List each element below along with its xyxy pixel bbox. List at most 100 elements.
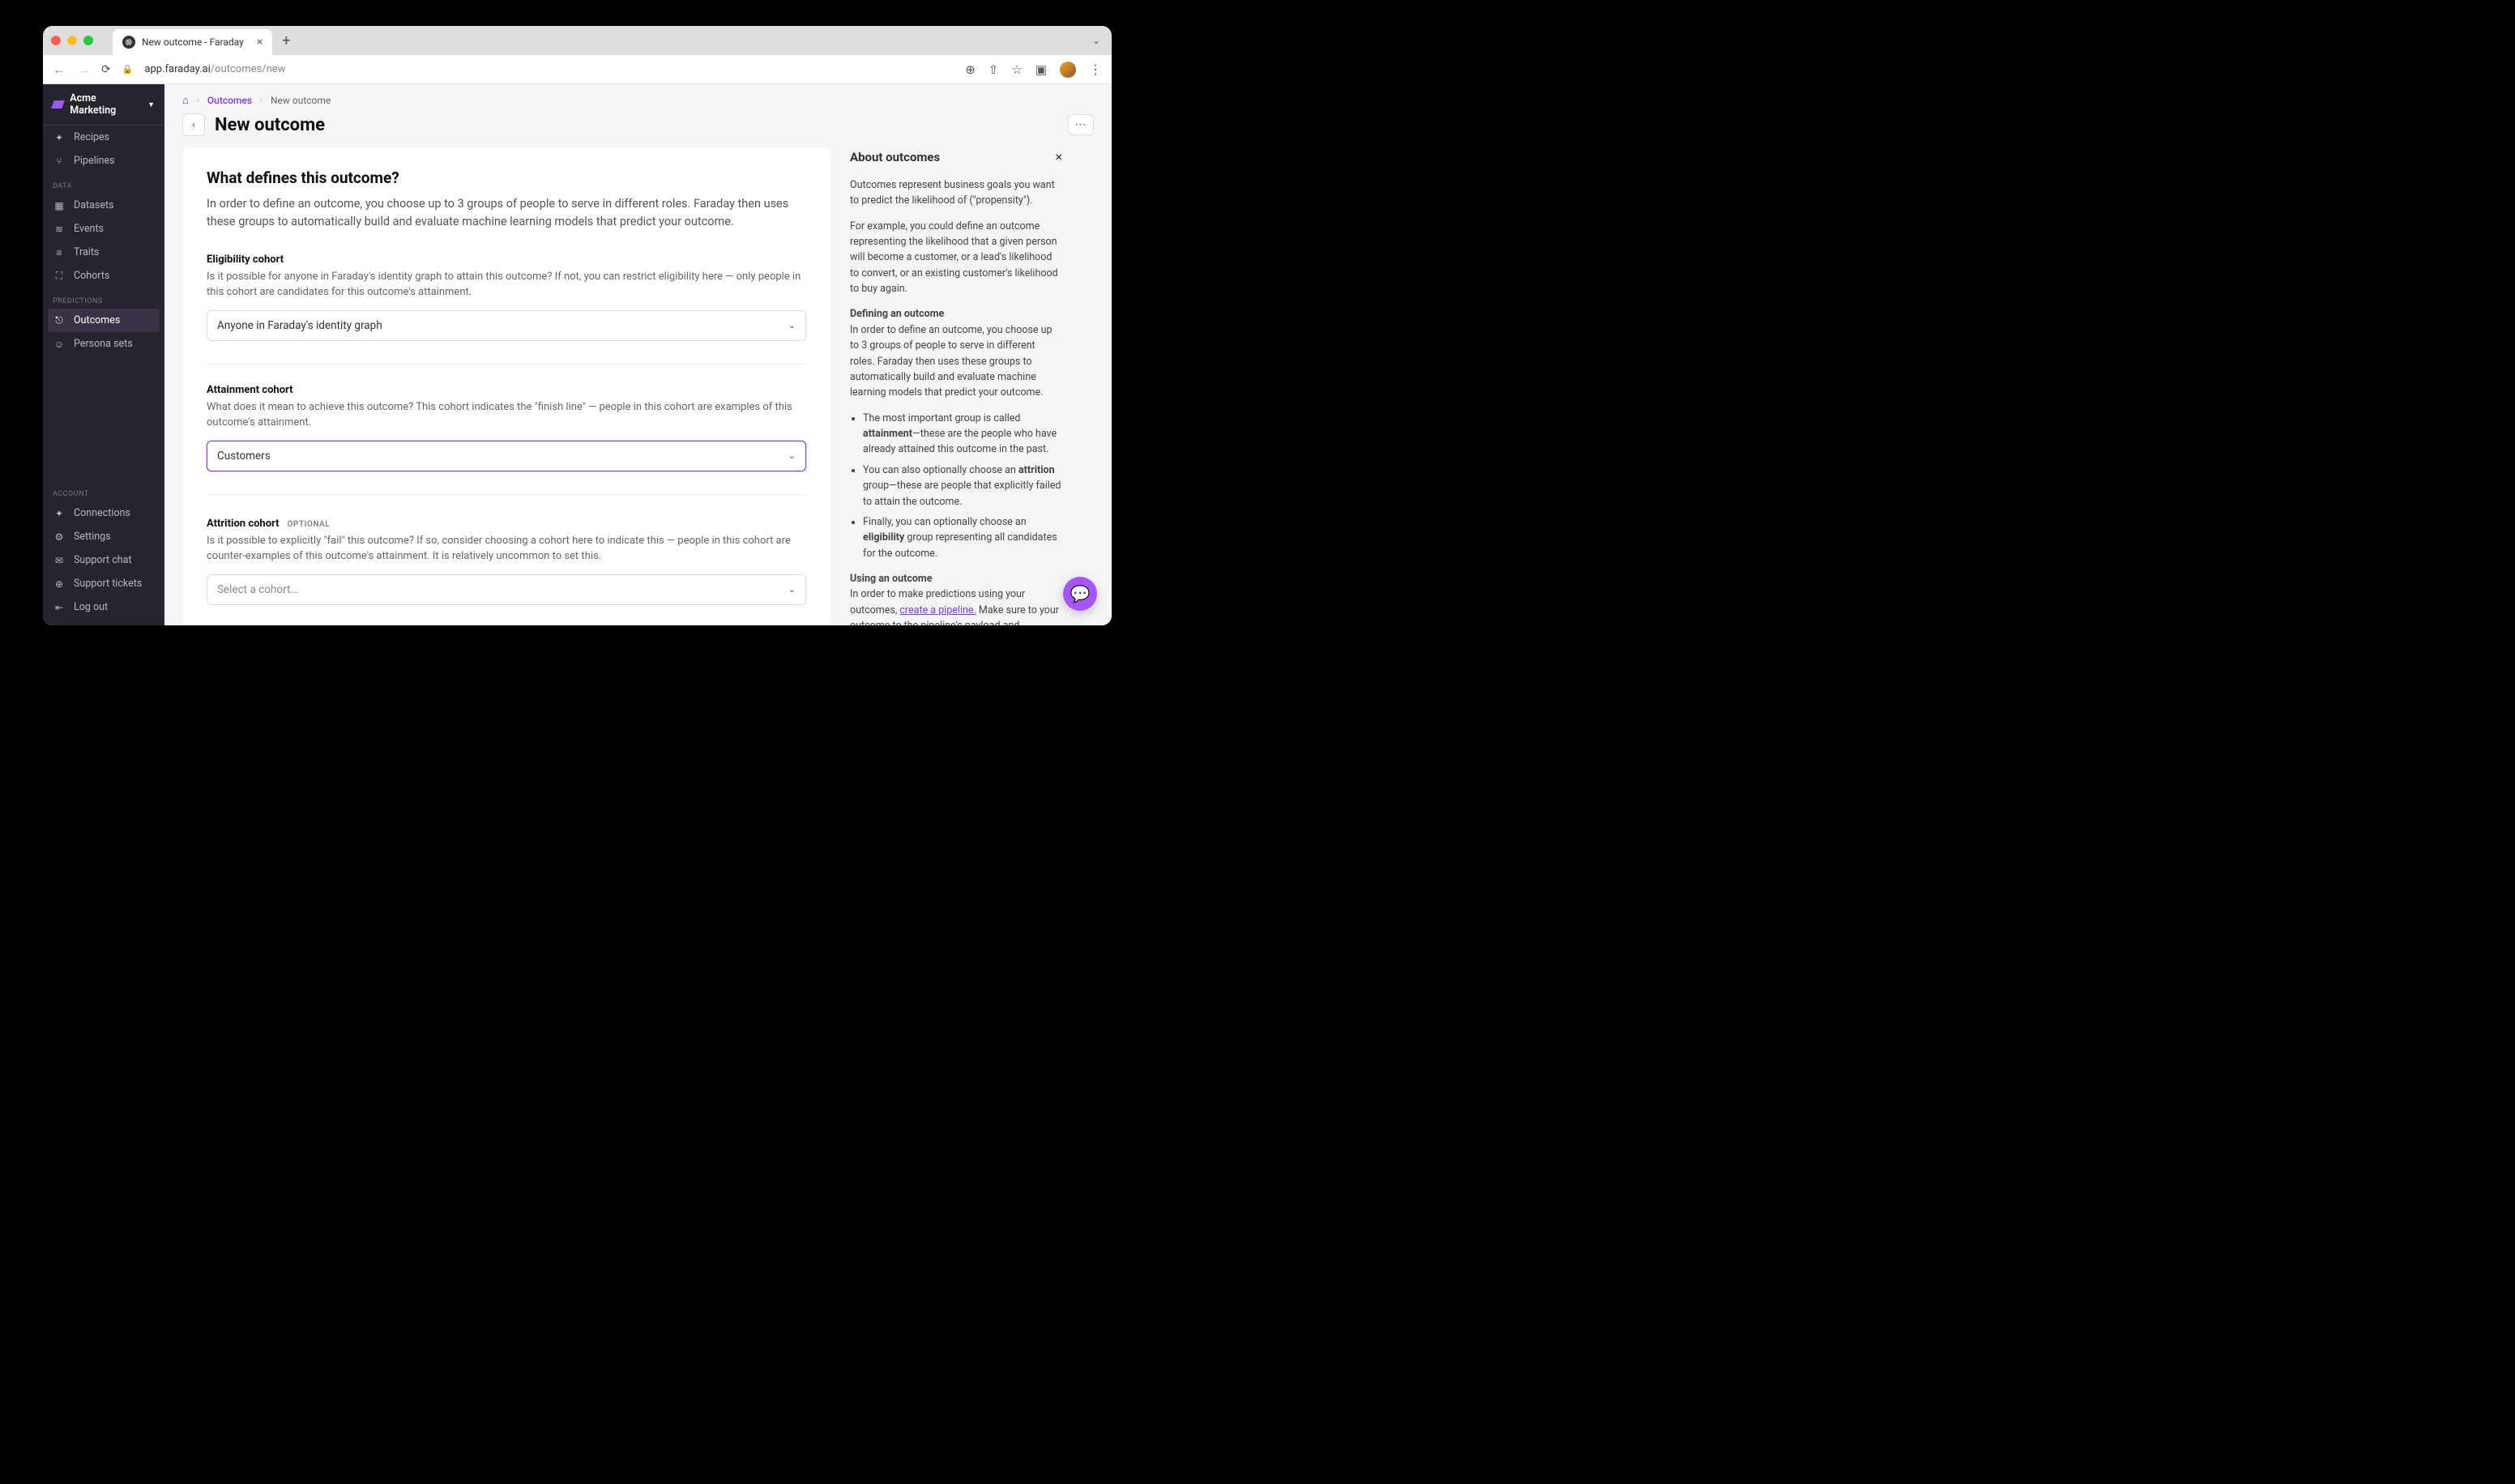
sidebar-item-outcomes[interactable]: ⎋Outcomes (48, 309, 160, 332)
eligibility-value: Anyone in Faraday's identity graph (217, 319, 382, 332)
back-icon[interactable]: ← (53, 62, 66, 78)
bookmark-icon[interactable]: ☆ (1011, 62, 1022, 77)
cohorts-icon: ⛶ (53, 270, 66, 282)
attrition-placeholder: Select a cohort... (217, 583, 299, 596)
window-maximize[interactable] (83, 36, 93, 45)
attainment-label: Attainment cohort (207, 384, 806, 396)
breadcrumb-outcomes[interactable]: Outcomes (207, 95, 252, 106)
caret-down-icon: ▼ (147, 100, 155, 109)
favicon-icon (122, 36, 135, 49)
support-chat-icon: ✉ (53, 555, 66, 566)
profile-avatar[interactable] (1060, 62, 1076, 78)
sidebar-item-log-out[interactable]: ⇤Log out (43, 595, 164, 619)
divider (207, 364, 806, 365)
tab-overflow-icon[interactable]: ⌄ (1092, 35, 1100, 46)
reading-list-icon[interactable]: ▣ (1035, 62, 1047, 77)
support-tickets-icon: ⊕ (53, 578, 66, 590)
sidebar-item-persona-sets[interactable]: ☺Persona sets (43, 332, 164, 356)
attainment-value: Customers (217, 450, 271, 463)
more-actions-button[interactable]: ⋯ (1068, 114, 1094, 135)
connections-icon: ✦ (53, 508, 66, 519)
back-button[interactable]: ‹ (182, 113, 205, 136)
attainment-select[interactable]: Customers ⌄ (207, 441, 806, 471)
traits-icon: ≡ (53, 247, 66, 258)
help-list: The most important group is called attai… (850, 411, 1062, 561)
window-close[interactable] (51, 36, 61, 45)
close-icon[interactable]: × (1055, 147, 1062, 168)
help-title: About outcomes (850, 148, 940, 167)
traffic-lights (51, 36, 93, 45)
eligibility-label: Eligibility cohort (207, 254, 806, 266)
chevron-right-icon: › (197, 96, 199, 105)
logo-icon (51, 100, 65, 109)
help-li3: Finally, you can optionally choose an el… (863, 514, 1062, 561)
app-root: Acme Marketing ▼ ✦Recipes ⑂Pipelines DAT… (43, 84, 1112, 625)
new-tab-button[interactable]: + (282, 32, 290, 49)
zoom-icon[interactable]: ⊕ (965, 62, 976, 77)
window-minimize[interactable] (67, 36, 77, 45)
attrition-desc: Is it possible to explicitly "fail" this… (207, 533, 806, 565)
breadcrumb-current: New outcome (271, 95, 331, 106)
help-li2: You can also optionally choose an attrit… (863, 463, 1062, 510)
content-row: What defines this outcome? In order to d… (164, 147, 1112, 625)
home-icon[interactable]: ⌂ (182, 94, 189, 107)
share-icon[interactable]: ⇧ (988, 62, 999, 77)
eligibility-desc: Is it possible for anyone in Faraday's i… (207, 269, 806, 301)
sidebar-heading-data: DATA (43, 173, 164, 194)
attrition-field: Attrition cohort OPTIONAL Is it possible… (207, 514, 806, 605)
lock-icon: 🔒 (122, 64, 134, 75)
help-h-defining: Defining an outcome (850, 308, 944, 320)
sidebar-item-traits[interactable]: ≡Traits (43, 241, 164, 264)
sidebar-item-connections[interactable]: ✦Connections (43, 501, 164, 525)
browser-menu-icon[interactable]: ⋮ (1089, 62, 1102, 77)
sidebar-item-datasets[interactable]: ▦Datasets (43, 194, 164, 217)
help-p3: In order to define an outcome, you choos… (850, 324, 1053, 399)
address-bar-actions: ⊕ ⇧ ☆ ▣ ⋮ (965, 62, 1102, 78)
sidebar-item-support-chat[interactable]: ✉Support chat (43, 548, 164, 572)
sidebar-heading-account: ACCOUNT (43, 480, 164, 501)
attainment-desc: What does it mean to achieve this outcom… (207, 399, 806, 431)
sidebar-item-support-tickets[interactable]: ⊕Support tickets (43, 572, 164, 595)
form-lead: In order to define an outcome, you choos… (207, 195, 806, 231)
reload-icon[interactable]: ⟳ (101, 63, 111, 76)
settings-icon: ⚙ (53, 531, 66, 543)
sidebar-item-pipelines[interactable]: ⑂Pipelines (43, 149, 164, 173)
logout-icon: ⇤ (53, 602, 66, 613)
persona-sets-icon: ☺ (53, 339, 66, 350)
page-header: ‹ New outcome ⋯ (164, 107, 1112, 147)
datasets-icon: ▦ (53, 200, 66, 211)
events-icon: ≋ (53, 224, 66, 235)
outcomes-icon: ⎋ (53, 314, 66, 326)
help-panel: About outcomes × Outcomes represent busi… (850, 147, 1062, 625)
sidebar-heading-predictions: PREDICTIONS (43, 288, 164, 309)
attrition-select[interactable]: Select a cohort... ⌄ (207, 574, 806, 605)
outcome-form-card: What defines this outcome? In order to d… (182, 147, 831, 625)
optional-badge: OPTIONAL (288, 520, 331, 529)
help-p2: For example, you could define an outcome… (850, 219, 1062, 297)
attrition-label: Attrition cohort (207, 518, 280, 530)
sidebar-item-events[interactable]: ≋Events (43, 217, 164, 241)
eligibility-select[interactable]: Anyone in Faraday's identity graph ⌄ (207, 310, 806, 341)
recipes-icon: ✦ (53, 132, 66, 143)
main-content: ⌂ › Outcomes › New outcome ‹ New outcome… (164, 84, 1112, 625)
help-p1: Outcomes represent business goals you wa… (850, 177, 1062, 209)
browser-tab[interactable]: New outcome - Faraday × (113, 29, 272, 55)
divider (207, 494, 806, 495)
sidebar-item-recipes[interactable]: ✦Recipes (43, 126, 164, 149)
chevron-down-icon: ⌄ (788, 320, 796, 330)
url-bar[interactable]: app.faraday.ai/outcomes/new (144, 63, 954, 75)
pipelines-icon: ⑂ (53, 156, 66, 167)
sidebar: Acme Marketing ▼ ✦Recipes ⑂Pipelines DAT… (43, 84, 164, 625)
browser-window: New outcome - Faraday × + ⌄ ← → ⟳ 🔒 app.… (43, 26, 1112, 625)
workspace-switcher[interactable]: Acme Marketing ▼ (43, 84, 164, 126)
attainment-field: Attainment cohort What does it mean to a… (207, 384, 806, 471)
chevron-down-icon: ⌄ (788, 450, 796, 461)
chat-widget[interactable]: 💬 (1063, 577, 1097, 611)
chevron-right-icon: › (260, 96, 263, 105)
sidebar-item-settings[interactable]: ⚙Settings (43, 525, 164, 548)
tab-close-icon[interactable]: × (257, 36, 263, 49)
forward-icon[interactable]: → (77, 62, 90, 78)
create-pipeline-link[interactable]: create a pipeline. (899, 604, 976, 616)
page-title: New outcome (215, 115, 1058, 135)
sidebar-item-cohorts[interactable]: ⛶Cohorts (43, 264, 164, 288)
